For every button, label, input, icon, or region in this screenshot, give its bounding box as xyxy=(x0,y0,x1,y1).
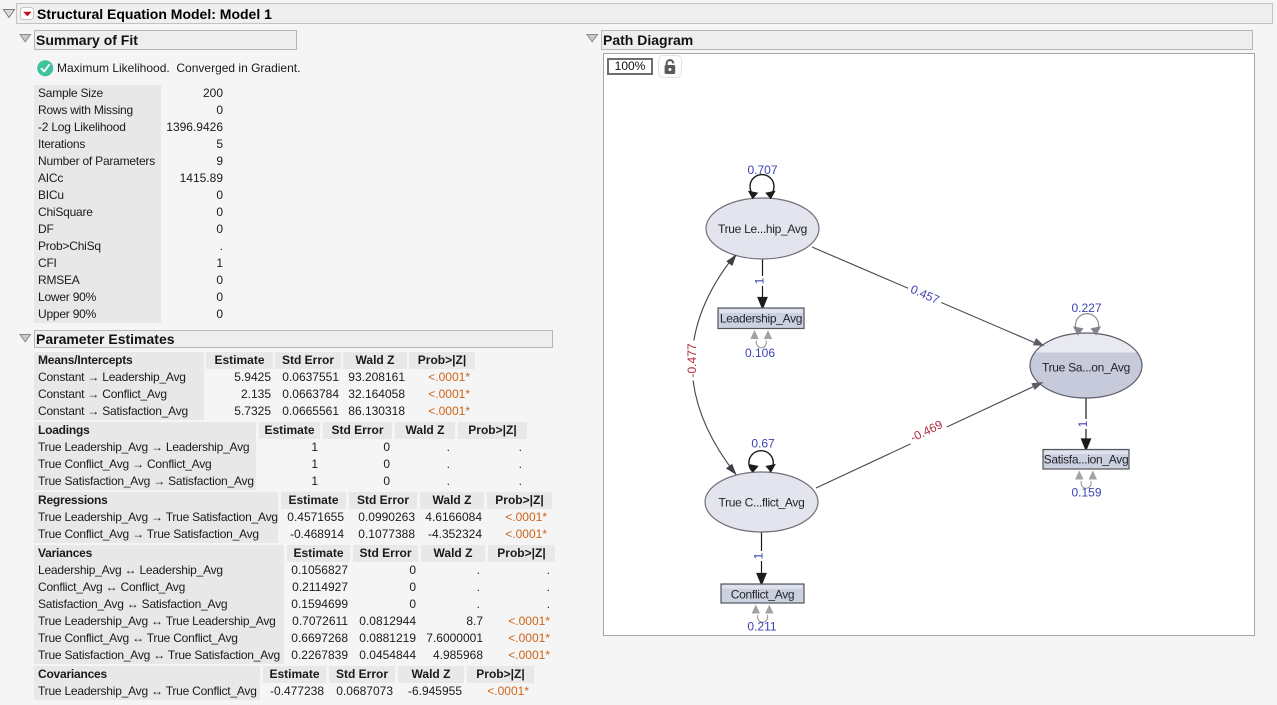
svg-text:True Sa...on_Avg: True Sa...on_Avg xyxy=(1042,361,1130,375)
svg-text:0.457: 0.457 xyxy=(908,282,941,307)
svg-text:0.67: 0.67 xyxy=(751,437,775,451)
svg-text:0.227: 0.227 xyxy=(1071,301,1101,315)
svg-text:-0.477: -0.477 xyxy=(685,343,699,377)
svg-text:1: 1 xyxy=(753,277,767,284)
svg-text:0.211: 0.211 xyxy=(747,620,776,634)
svg-text:0.159: 0.159 xyxy=(1071,486,1101,500)
svg-text:True Le...hip_Avg: True Le...hip_Avg xyxy=(718,222,807,236)
svg-text:-0.469: -0.469 xyxy=(908,417,945,445)
svg-text:1: 1 xyxy=(752,552,766,559)
svg-text:Satisfa...ion_Avg: Satisfa...ion_Avg xyxy=(1044,453,1129,467)
svg-text:Leadership_Avg: Leadership_Avg xyxy=(720,312,802,326)
svg-text:True C...flict_Avg: True C...flict_Avg xyxy=(719,496,805,510)
svg-text:1: 1 xyxy=(1076,420,1090,427)
svg-text:Conflict_Avg: Conflict_Avg xyxy=(731,588,795,602)
svg-text:0.106: 0.106 xyxy=(745,346,775,360)
svg-text:0.707: 0.707 xyxy=(747,163,777,177)
